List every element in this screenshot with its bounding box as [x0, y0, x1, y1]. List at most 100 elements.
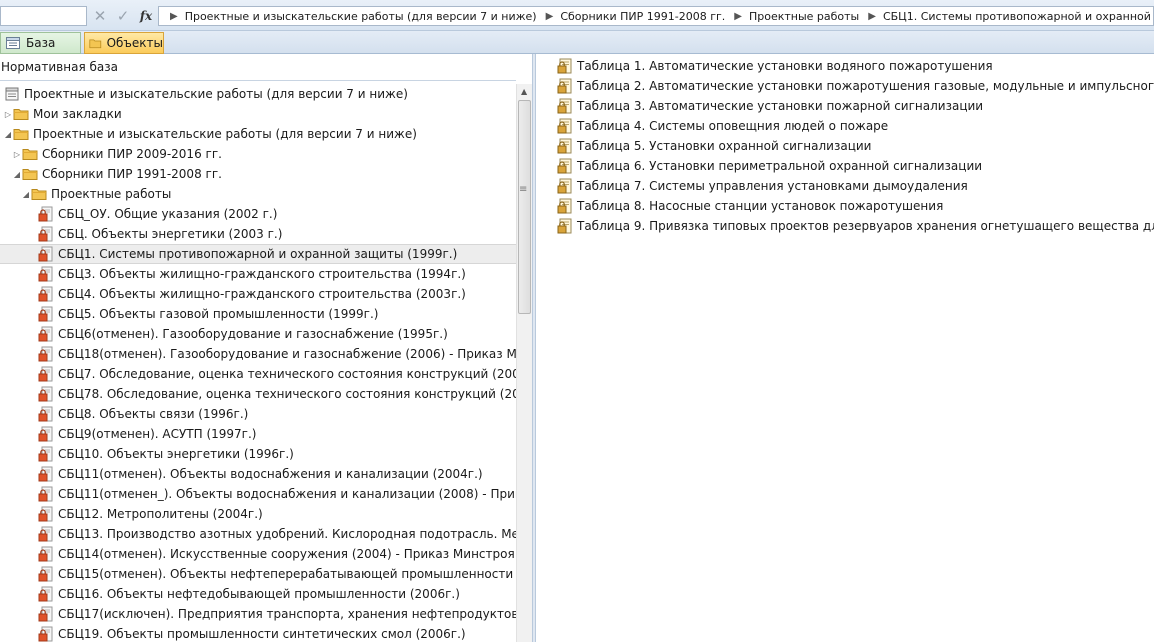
locked-doc-icon [38, 286, 53, 302]
tree-node[interactable]: СБЦ14(отменен). Искусственные сооружения… [0, 544, 516, 564]
table-list-item[interactable]: Таблица 2. Автоматические установки пожа… [557, 76, 1154, 96]
table-list-item[interactable]: Таблица 6. Установки периметральной охра… [557, 156, 982, 176]
locked-doc-icon [38, 346, 53, 362]
tree-node[interactable]: ▷ Сборники ПИР 2009-2016 гг. [0, 144, 516, 164]
tree-node[interactable]: СБЦ13. Производство азотных удобрений. К… [0, 524, 516, 544]
tree-node-label: СБЦ19. Объекты промышленности синтетичес… [58, 627, 466, 641]
tree-node[interactable]: СБЦ7. Обследование, оценка технического … [0, 364, 516, 384]
locked-doc-icon [38, 406, 53, 422]
tree-node[interactable]: СБЦ15(отменен). Объекты нефтеперерабатыв… [0, 564, 516, 584]
tree-node-label: СБЦ7. Обследование, оценка технического … [58, 367, 516, 381]
tree-node-label: СБЦ17(исключен). Предприятия транспорта,… [58, 607, 516, 621]
collapse-arrow-icon[interactable]: ◢ [21, 190, 31, 199]
tree-node[interactable]: СБЦ4. Объекты жилищно-гражданского строи… [0, 284, 516, 304]
table-list-item-label: Таблица 4. Системы оповещния людей о пож… [577, 119, 889, 133]
tree-view[interactable]: Проектные и изыскательские работы (для в… [0, 84, 516, 642]
table-list-item-label: Таблица 5. Установки охранной сигнализац… [577, 139, 872, 153]
tree-node-label: Сборники ПИР 1991-2008 гг. [42, 167, 222, 181]
table-list-item[interactable]: Таблица 8. Насосные станции установок по… [557, 196, 943, 216]
table-list-item-label: Таблица 9. Привязка типовых проектов рез… [577, 219, 1154, 233]
table-list-item[interactable]: Таблица 5. Установки охранной сигнализац… [557, 136, 871, 156]
confirm-icon[interactable]: ✓ [114, 7, 132, 25]
tree-node[interactable]: Проектные и изыскательские работы (для в… [0, 84, 516, 104]
table-doc-icon [557, 198, 572, 214]
tree-node[interactable]: СБЦ19. Объекты промышленности синтетичес… [0, 624, 516, 642]
table-list-item[interactable]: Таблица 9. Привязка типовых проектов рез… [557, 216, 1154, 236]
locked-doc-icon [38, 486, 53, 502]
tree-node-label: Проектные и изыскательские работы (для в… [24, 87, 408, 101]
expand-arrow-icon[interactable]: ▷ [12, 150, 22, 159]
divider [0, 80, 516, 81]
tree-node[interactable]: ◢ Проектные и изыскательские работы (для … [0, 124, 516, 144]
tree-node[interactable]: СБЦ8. Объекты связи (1996г.) [0, 404, 516, 424]
tree-node-label: СБЦ1. Системы противопожарной и охранной… [58, 247, 458, 261]
locked-doc-icon [38, 606, 53, 622]
table-list-item[interactable]: Таблица 7. Системы управления установкам… [557, 176, 968, 196]
tree-node[interactable]: СБЦ3. Объекты жилищно-гражданского строи… [0, 264, 516, 284]
locked-doc-icon [38, 566, 53, 582]
table-list-item[interactable]: Таблица 3. Автоматические установки пожа… [557, 96, 983, 116]
tree-node-label: СБЦ9(отменен). АСУТП (1997г.) [58, 427, 257, 441]
tree-node[interactable]: СБЦ17(исключен). Предприятия транспорта,… [0, 604, 516, 624]
tree-node[interactable]: СБЦ6(отменен). Газооборудование и газосн… [0, 324, 516, 344]
tree-node[interactable]: СБЦ12. Метрополитены (2004г.) [0, 504, 516, 524]
tree-node[interactable]: СБЦ11(отменен). Объекты водоснабжения и … [0, 464, 516, 484]
table-list-item-label: Таблица 7. Системы управления установкам… [577, 179, 968, 193]
breadcrumb-item[interactable]: СБЦ1. Системы противопожарной и охранной… [883, 10, 1153, 23]
tree-node-label: СБЦ3. Объекты жилищно-гражданского строи… [58, 267, 466, 281]
breadcrumb-item[interactable]: Проектные и изыскательские работы (для в… [185, 10, 537, 23]
tree-node[interactable]: СБЦ78. Обследование, оценка технического… [0, 384, 516, 404]
tree-node-label: СБЦ8. Объекты связи (1996г.) [58, 407, 249, 421]
locked-doc-icon [38, 386, 53, 402]
locked-doc-icon [38, 466, 53, 482]
tree-node-label: СБЦ15(отменен). Объекты нефтеперерабатыв… [58, 567, 516, 581]
table-list-item[interactable]: Таблица 4. Системы оповещния людей о пож… [557, 116, 888, 136]
tree-node-label: Проектные и изыскательские работы (для в… [33, 127, 417, 141]
tab-objects-label: Объекты [106, 36, 163, 50]
tree-node[interactable]: ◢ Сборники ПИР 1991-2008 гг. [0, 164, 516, 184]
name-box-input[interactable] [0, 6, 87, 26]
tree-node-label: СБЦ5. Объекты газовой промышленности (19… [58, 307, 379, 321]
locked-doc-icon [38, 586, 53, 602]
breadcrumb-item[interactable]: Сборники ПИР 1991-2008 гг. [560, 10, 725, 23]
tree-node-label: СБЦ78. Обследование, оценка технического… [58, 387, 516, 401]
table-list-item-label: Таблица 3. Автоматические установки пожа… [577, 99, 984, 113]
tree-node[interactable]: СБЦ. Объекты энергетики (2003 г.) [0, 224, 516, 244]
tree-node-label: СБЦ6(отменен). Газооборудование и газосн… [58, 327, 448, 341]
folder-icon [22, 149, 38, 160]
scrollbar-thumb[interactable] [518, 100, 531, 314]
tab-objects[interactable]: Объекты [84, 32, 164, 54]
tree-node[interactable]: СБЦ5. Объекты газовой промышленности (19… [0, 304, 516, 324]
tree-node-label: СБЦ13. Производство азотных удобрений. К… [58, 527, 516, 541]
breadcrumb-item[interactable]: Проектные работы [749, 10, 859, 23]
tree-node[interactable]: СБЦ1. Системы противопожарной и охранной… [0, 244, 516, 264]
database-icon [6, 37, 20, 49]
tree-node-label: СБЦ_ОУ. Общие указания (2002 г.) [58, 207, 278, 221]
collapse-arrow-icon[interactable]: ◢ [12, 170, 22, 179]
expand-arrow-icon[interactable]: ▷ [3, 110, 13, 119]
tree-node[interactable]: СБЦ11(отменен_). Объекты водоснабжения и… [0, 484, 516, 504]
collapse-arrow-icon[interactable]: ◢ [3, 130, 13, 139]
folder-icon [13, 109, 29, 120]
table-list-item[interactable]: Таблица 1. Автоматические установки водя… [557, 56, 993, 76]
vertical-scrollbar[interactable]: ▲ ≡ [516, 84, 532, 642]
panel-title: Нормативная база [1, 60, 118, 74]
tree-node[interactable]: СБЦ18(отменен). Газооборудование и газос… [0, 344, 516, 364]
tree-node[interactable]: СБЦ_ОУ. Общие указания (2002 г.) [0, 204, 516, 224]
locked-doc-icon [38, 206, 53, 222]
tree-node[interactable]: ◢ Проектные работы [0, 184, 516, 204]
cancel-icon[interactable]: ✕ [91, 7, 109, 25]
scroll-up-icon[interactable]: ▲ [521, 87, 527, 96]
tree-node-label: СБЦ11(отменен). Объекты водоснабжения и … [58, 467, 483, 481]
tree-node[interactable]: СБЦ10. Объекты энергетики (1996г.) [0, 444, 516, 464]
breadcrumb: ▶ Проектные и изыскательские работы (для… [158, 6, 1154, 26]
scrollbar-grip-icon: ≡ [519, 184, 528, 195]
locked-doc-icon [38, 446, 53, 462]
fx-icon[interactable]: fx [137, 7, 155, 25]
tree-node[interactable]: ▷ Мои закладки [0, 104, 516, 124]
normative-base-panel: Нормативная база Проектные и изыскательс… [0, 54, 532, 642]
tree-node-label: Проектные работы [51, 187, 172, 201]
tree-node[interactable]: СБЦ9(отменен). АСУТП (1997г.) [0, 424, 516, 444]
tree-node[interactable]: СБЦ16. Объекты нефтедобывающей промышлен… [0, 584, 516, 604]
tab-base[interactable]: База [0, 32, 81, 54]
